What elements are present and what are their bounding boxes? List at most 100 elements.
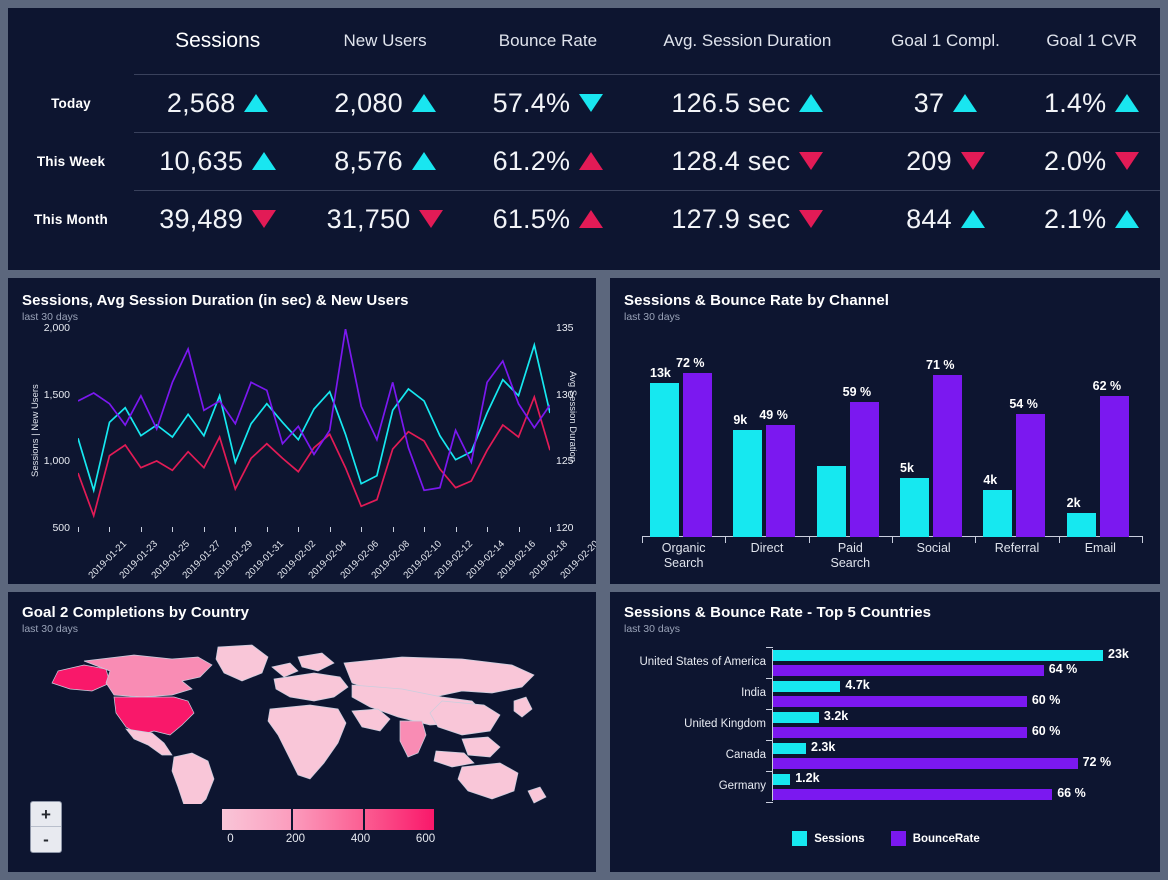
column-group: 59 % <box>808 337 892 543</box>
country-bar-value-label: 72 % <box>1082 755 1112 769</box>
column-bar-value-label: 62 % <box>1092 378 1122 393</box>
map-legend-tick: 0 <box>227 833 234 845</box>
country-bar-row: Canada 2.3k 72 % <box>624 740 1148 774</box>
country-bar-value-label: 64 % <box>1048 662 1078 676</box>
country-bar-row: United Kingdom 3.2k 60 % <box>624 709 1148 743</box>
map-country-japan <box>513 696 533 718</box>
line-chart-tick-mark <box>235 527 237 532</box>
map-country-alaska <box>51 664 111 692</box>
map-area[interactable]: + - 0 200 400 600 <box>22 635 584 863</box>
country-bar-chart-panel: Sessions & Bounce Rate - Top 5 Countries… <box>610 592 1160 872</box>
line-chart-y-tick: 500 <box>52 522 70 534</box>
country-bar-label: United Kingdom <box>684 718 766 730</box>
country-bar-bouncerate[interactable] <box>773 727 1027 738</box>
country-bar-sessions[interactable] <box>773 650 1103 661</box>
column-header-goal1-compl: Goal 1 Compl. <box>891 30 1000 50</box>
scorecard-cell: 2.1% <box>1023 189 1160 248</box>
country-bar-value-label: 4.7k <box>845 678 870 692</box>
scorecard-cell: 844 <box>867 189 1024 248</box>
scorecard-cell: 126.5 sec <box>627 73 868 132</box>
legend-swatch <box>890 831 906 846</box>
scorecard-cell: 128.4 sec <box>627 131 868 190</box>
column-bar-bouncerate[interactable] <box>933 374 962 537</box>
country-bar-sessions[interactable] <box>773 712 819 723</box>
column-bar-bouncerate[interactable] <box>1099 395 1129 537</box>
scorecard-body: Today 2,568 2,080 57.4% 126.5 sec 37 1.4% This … <box>8 73 1160 248</box>
map-zoom-in-button[interactable]: + <box>31 802 61 827</box>
column-header-avg-session-duration: Avg. Session Duration <box>663 30 832 50</box>
legend-item[interactable]: BounceRate <box>890 831 980 846</box>
trend-up-icon <box>799 94 824 112</box>
country-bar-chart-plot: United States of America 23k 64 % India 4.7k… <box>624 647 1148 819</box>
scorecard-value: 31,750 <box>326 203 411 234</box>
scorecard-cell: 2.0% <box>1023 131 1160 190</box>
scorecard-value: 2,568 <box>166 87 236 118</box>
column-bar-sessions[interactable] <box>733 430 763 537</box>
scorecard-row-label: This Week <box>36 153 106 169</box>
column-bar-bouncerate[interactable] <box>1016 413 1046 537</box>
legend-label: Sessions <box>814 832 865 845</box>
column-bar-sessions[interactable] <box>900 477 929 537</box>
scorecard-value: 61.5% <box>492 203 571 234</box>
legend-swatch <box>792 831 808 846</box>
line-chart-y2-tick: 135 <box>556 322 574 334</box>
trend-up-icon <box>579 152 604 170</box>
world-map-svg[interactable] <box>22 639 584 804</box>
line-series-sessions <box>78 341 550 494</box>
column-group: 2k 62 % <box>1058 337 1142 543</box>
column-bar-sessions[interactable] <box>983 489 1013 537</box>
column-category-label: Organic Search <box>661 541 706 570</box>
column-bar-value-label: 49 % <box>759 408 788 423</box>
column-bar-sessions[interactable] <box>1066 513 1096 537</box>
scorecard-value: 127.9 sec <box>671 203 791 234</box>
country-bar-label: Germany <box>718 780 766 792</box>
country-bar-bouncerate[interactable] <box>773 665 1044 676</box>
country-bar-row: Germany 1.2k 66 % <box>624 771 1148 805</box>
line-chart-tick-mark <box>203 527 205 532</box>
scorecard-value: 2.1% <box>1044 203 1107 234</box>
column-header-bounce-rate: Bounce Rate <box>498 30 598 50</box>
column-header-goal1-cvr: Goal 1 CVR <box>1046 30 1138 50</box>
legend-item[interactable]: Sessions <box>792 831 865 846</box>
map-country-india <box>399 720 427 758</box>
column-bar-sessions[interactable] <box>650 382 679 537</box>
column-bar-bouncerate[interactable] <box>683 372 712 537</box>
country-bar-bouncerate[interactable] <box>773 789 1053 800</box>
column-bar-bouncerate[interactable] <box>849 402 879 537</box>
map-legend-segment <box>365 809 434 830</box>
column-category-label: Social <box>916 541 951 555</box>
map-title: Goal 2 Completions by Country <box>22 604 250 621</box>
scorecard-cell: 2,080 <box>301 73 469 132</box>
country-bar-sessions[interactable] <box>773 774 791 785</box>
map-zoom-controls[interactable]: + - <box>30 801 62 853</box>
column-bar-value-label: 5k <box>900 460 914 475</box>
scorecard-cell: 61.2% <box>468 131 628 190</box>
legend-label: BounceRate <box>912 832 980 845</box>
line-chart-tick-mark <box>140 527 142 532</box>
column-group: 13k 72 % <box>642 337 725 543</box>
scorecard-value: 61.2% <box>492 145 571 176</box>
trend-down-icon <box>1115 152 1140 170</box>
country-bar-row: India 4.7k 60 % <box>624 678 1148 712</box>
map-zoom-out-button[interactable]: - <box>31 827 61 852</box>
country-bar-sessions[interactable] <box>773 743 806 754</box>
scorecard-cell: 127.9 sec <box>627 189 868 248</box>
line-chart-x-ticks: 2019-01-21 2019-01-23 2019-01-25 2019-01-27… <box>78 527 596 584</box>
map-color-legend: 0 200 400 600 <box>222 809 436 851</box>
scorecard-cell: 37 <box>867 73 1024 132</box>
scorecard-corner-cell <box>8 8 134 74</box>
country-bar-chart-legend: Sessions BounceRate <box>624 831 1148 846</box>
country-bar-bouncerate[interactable] <box>773 696 1027 707</box>
scorecard-value: 2.0% <box>1044 145 1107 176</box>
column-bar-bouncerate[interactable] <box>766 425 796 537</box>
country-bar-bouncerate[interactable] <box>773 758 1078 769</box>
line-chart-svg <box>78 329 550 519</box>
column-category-label: Paid Search <box>830 541 871 570</box>
line-chart-y2-tick: 130 <box>556 388 574 401</box>
column-bar-sessions[interactable] <box>816 465 846 537</box>
map-legend-tick: 600 <box>415 833 436 845</box>
country-bar-sessions[interactable] <box>773 681 841 692</box>
line-chart-tick-mark <box>298 527 300 532</box>
map-country-africa <box>267 704 347 780</box>
line-chart-tick-mark <box>266 527 268 532</box>
